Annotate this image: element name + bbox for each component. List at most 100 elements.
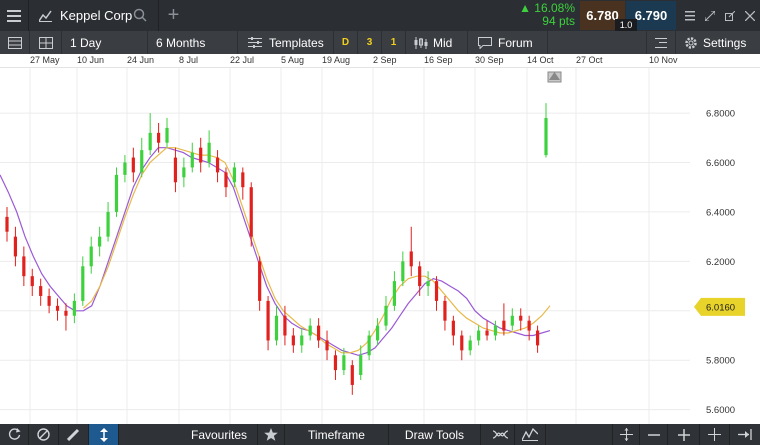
close-icon[interactable] — [745, 10, 755, 21]
range-label: 6 Months — [156, 35, 206, 50]
candle-body — [199, 147, 203, 163]
badge-d: D — [341, 37, 350, 48]
draw-tools-button[interactable]: Draw Tools — [389, 424, 481, 445]
date-tick: 14 Oct — [527, 55, 554, 65]
candle-body — [232, 167, 236, 183]
price-chart[interactable]: 6.80006.60006.40006.20006.00005.80005.60… — [0, 68, 760, 424]
hamburger-icon — [7, 9, 21, 22]
candle — [443, 295, 447, 331]
badge-d-button[interactable]: D — [334, 31, 358, 54]
candle — [392, 271, 397, 311]
interval-dropdown[interactable]: 1 Day — [62, 31, 148, 54]
indicator-button[interactable] — [487, 424, 515, 445]
candle-body — [350, 365, 354, 385]
templates-label: Templates — [269, 35, 324, 50]
candle — [266, 295, 270, 351]
zoom-out-button[interactable] — [640, 424, 668, 445]
crosshair-button[interactable] — [700, 424, 730, 445]
pencil-button[interactable] — [59, 424, 89, 445]
sell-price: 6.780 — [586, 8, 619, 23]
candle — [274, 305, 279, 346]
scroll-to-end-button[interactable] — [730, 424, 760, 445]
candle-body — [308, 325, 312, 336]
candle-body — [89, 246, 93, 267]
templates-button[interactable]: Templates — [238, 31, 334, 54]
candle — [544, 103, 548, 158]
candle-body — [519, 315, 523, 321]
candle-body — [384, 305, 388, 326]
crosshair-toggle-button[interactable] — [89, 424, 119, 445]
candle-body — [443, 300, 447, 321]
panel-icon — [7, 36, 22, 49]
period-marker[interactable] — [547, 71, 562, 83]
refresh-button[interactable] — [0, 424, 29, 445]
candles-icon — [414, 36, 428, 49]
hide-drawings-button[interactable] — [29, 424, 59, 445]
sliders-icon — [248, 37, 262, 48]
candle — [359, 345, 363, 380]
candle — [55, 298, 60, 321]
candle — [81, 256, 85, 306]
candle-body — [283, 315, 287, 336]
candle — [89, 236, 93, 274]
settings-button[interactable]: Settings — [676, 31, 760, 54]
gear-icon — [685, 36, 697, 49]
candle — [22, 246, 26, 287]
candle — [350, 360, 354, 395]
candle — [409, 226, 413, 277]
price-type-label: Mid — [433, 35, 453, 50]
panel-toggle-button[interactable] — [0, 31, 30, 54]
zoom-in-button[interactable] — [668, 424, 700, 445]
chart-toolbar: 1 Day 6 Months Templates D 3 1 Mid Forum… — [0, 31, 760, 54]
price-tick-label: 6.6000 — [706, 158, 735, 169]
add-tab-button[interactable]: + — [158, 0, 188, 31]
badge-1-button[interactable]: 1 — [382, 31, 406, 54]
candle — [165, 118, 169, 148]
layout-button[interactable] — [30, 31, 62, 54]
current-price-tag: 6.0160 — [694, 297, 745, 316]
date-tick: 10 Nov — [649, 55, 678, 65]
popout-icon[interactable] — [725, 10, 735, 21]
notes-button[interactable] — [646, 31, 676, 54]
candle — [477, 325, 481, 346]
candle-body — [123, 162, 127, 175]
favourites-button[interactable]: Favourites — [181, 424, 258, 445]
pencil-icon — [67, 428, 80, 441]
hamburger-menu-button[interactable] — [0, 0, 29, 31]
candle — [535, 325, 540, 353]
fit-button[interactable] — [612, 424, 640, 445]
candle-body — [535, 330, 540, 346]
candle-body — [131, 157, 135, 173]
zigzag-chart-icon — [522, 428, 538, 441]
price-type-dropdown[interactable]: Mid — [406, 31, 468, 54]
price-tick-label: 5.6000 — [706, 405, 735, 416]
candle-body — [392, 281, 397, 306]
star-button[interactable] — [258, 424, 285, 445]
candle-body — [418, 266, 422, 287]
candle-body — [22, 256, 26, 277]
candle — [140, 137, 144, 178]
candle-body — [325, 340, 329, 351]
forum-button[interactable]: Forum — [468, 31, 548, 54]
candle — [64, 303, 68, 331]
date-tick: 27 May — [30, 55, 60, 65]
candle-body — [502, 320, 506, 331]
timeframe-button[interactable]: Timeframe — [285, 424, 389, 445]
candle — [342, 347, 346, 376]
search-icon[interactable] — [133, 8, 147, 22]
range-dropdown[interactable]: 6 Months — [148, 31, 238, 54]
badge-3-button[interactable]: 3 — [358, 31, 382, 54]
candle — [30, 268, 34, 296]
list-icon[interactable] — [685, 10, 695, 21]
candle-body — [409, 251, 413, 267]
spread-badge: 1.0 — [615, 19, 637, 31]
chart-type-button[interactable] — [515, 424, 546, 445]
candle-body — [39, 286, 43, 296]
date-axis: 27 May 10 Jun 24 Jun 8 Jul 22 Jul 5 Aug … — [0, 54, 760, 68]
candle — [72, 293, 76, 324]
star-icon — [264, 428, 278, 441]
candle — [199, 137, 203, 173]
price-tick-label: 6.8000 — [706, 109, 735, 120]
candle-body — [375, 325, 380, 341]
expand-icon[interactable] — [705, 10, 715, 21]
